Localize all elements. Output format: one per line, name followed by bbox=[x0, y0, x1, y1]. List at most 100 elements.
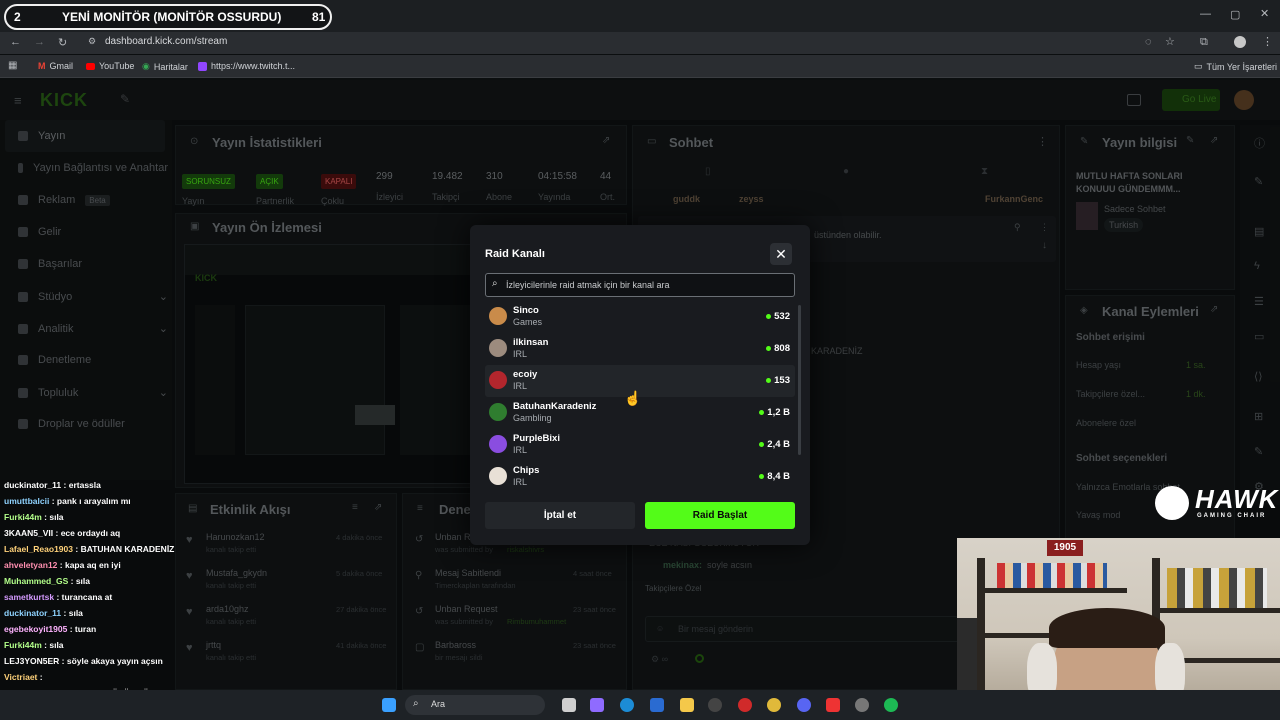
chat-log-user: egebekoyit1905 bbox=[4, 624, 68, 634]
channel-name: ecoiy bbox=[513, 369, 538, 380]
channel-avatar bbox=[489, 403, 507, 421]
chat-log-sep: : bbox=[73, 544, 81, 554]
star-icon[interactable]: ☆ bbox=[1165, 35, 1175, 48]
back-icon[interactable]: ← bbox=[10, 36, 21, 48]
chrome-icon[interactable] bbox=[767, 698, 781, 712]
viewer-count: 153 bbox=[766, 375, 790, 386]
site-info-icon[interactable]: ⚙ bbox=[88, 36, 96, 47]
cancel-button[interactable]: İptal et bbox=[485, 502, 635, 529]
channel-avatar bbox=[489, 339, 507, 357]
apps-icon[interactable]: ▦ bbox=[8, 60, 17, 71]
close-window-icon[interactable]: ✕ bbox=[1260, 7, 1269, 20]
bookmark-youtube[interactable]: YouTube bbox=[86, 61, 134, 71]
live-dot-icon bbox=[759, 442, 765, 447]
hawk-brand: HAWK bbox=[1195, 484, 1279, 514]
start-raid-button[interactable]: Raid Başlat bbox=[645, 502, 795, 529]
scrollbar[interactable] bbox=[798, 305, 801, 455]
xbox-icon[interactable] bbox=[708, 698, 722, 712]
chat-log-line: Furki44m : sıla bbox=[4, 512, 64, 522]
chat-log-line: Lafael_Reao1903 : BATUHAN KARADENİZ bbox=[4, 544, 174, 554]
chat-log-message: pank ı arayalım mı bbox=[56, 496, 131, 506]
live-dot-icon bbox=[759, 474, 765, 479]
channel-category: IRL bbox=[513, 477, 528, 487]
channel-name: Chips bbox=[513, 465, 540, 476]
chat-log-sep: : bbox=[49, 496, 57, 506]
viewer-count: 8,4 B bbox=[759, 471, 790, 482]
chat-log-user: Muhammed_GS bbox=[4, 576, 69, 586]
app-icon[interactable] bbox=[826, 698, 840, 712]
eye-off-icon[interactable]: ◌ bbox=[1145, 36, 1152, 48]
chat-log-line: duckinator_11 : sıla bbox=[4, 608, 83, 618]
figurines bbox=[997, 563, 1107, 588]
live-dot-icon bbox=[766, 346, 772, 351]
modal-title: Raid Kanalı bbox=[485, 248, 545, 260]
channel-search-input[interactable] bbox=[506, 278, 786, 292]
channel-row[interactable]: Chips IRL 8,4 B bbox=[485, 461, 795, 493]
outlook-icon[interactable] bbox=[650, 698, 664, 712]
channel-row[interactable]: ilkinsan IRL 808 bbox=[485, 333, 795, 365]
hawk-sub: GAMING CHAIR bbox=[1197, 513, 1267, 519]
live-dot-icon bbox=[766, 378, 772, 383]
profile-avatar[interactable] bbox=[1234, 36, 1246, 48]
chat-log-user: Furki44m bbox=[4, 512, 42, 522]
spotify-icon[interactable] bbox=[884, 698, 898, 712]
copilot-icon[interactable] bbox=[590, 698, 604, 712]
url-text[interactable]: dashboard.kick.com/stream bbox=[105, 36, 227, 47]
twitch-icon bbox=[198, 61, 207, 71]
live-dot-icon bbox=[766, 314, 772, 319]
taskbar-search[interactable]: ⌕ Ara bbox=[405, 695, 545, 715]
viewer-count: 808 bbox=[766, 343, 790, 354]
settings-icon[interactable] bbox=[855, 698, 869, 712]
chat-log-line: Victriaet : bbox=[4, 672, 43, 682]
channel-avatar bbox=[489, 371, 507, 389]
channel-name: PurpleBixi bbox=[513, 433, 560, 444]
chat-log-user: duckinator_11 bbox=[4, 608, 62, 618]
channel-avatar bbox=[489, 307, 507, 325]
chat-log-sep: : bbox=[68, 576, 76, 586]
channel-row[interactable]: Sinco Games 532 bbox=[485, 301, 795, 333]
channel-row[interactable]: PurpleBixi IRL 2,4 B bbox=[485, 429, 795, 461]
chat-log-message: turancana at bbox=[61, 592, 113, 602]
channel-avatar bbox=[489, 467, 507, 485]
chat-log-line: Muhammed_GS : sıla bbox=[4, 576, 90, 586]
channel-category: Games bbox=[513, 317, 543, 327]
menu-icon[interactable]: ⋮ bbox=[1262, 35, 1273, 48]
bookmark-gmail[interactable]: M Gmail bbox=[38, 61, 73, 71]
gaming-chair bbox=[957, 618, 977, 698]
channel-search[interactable]: ⌕ bbox=[485, 273, 795, 297]
chat-log-message: kapa aq en iyi bbox=[64, 560, 121, 570]
opera-icon[interactable] bbox=[738, 698, 752, 712]
explorer-icon[interactable] bbox=[680, 698, 694, 712]
minimize-icon[interactable]: — bbox=[1200, 8, 1211, 20]
chat-log-message: sıla bbox=[75, 576, 90, 586]
discord-icon[interactable] bbox=[797, 698, 811, 712]
stream-title-overlay: 2 YENİ MONİTÖR (MONİTÖR OSSURDU) 81 bbox=[4, 4, 332, 30]
chat-log-message: söyle akaya yayın açsın bbox=[66, 656, 163, 666]
reload-icon[interactable]: ↻ bbox=[58, 36, 67, 49]
bookmark-twitch[interactable]: https://www.twitch.t... bbox=[198, 61, 295, 71]
address-bar: ← → ↻ ⚙ dashboard.kick.com/stream ◌ ☆ ⧉ … bbox=[0, 32, 1280, 54]
extensions-icon[interactable]: ⧉ bbox=[1200, 36, 1208, 49]
raid-modal: Raid Kanalı ✕ ⌕ SincoGames532ilkinsanIRL… bbox=[470, 225, 810, 545]
chat-log-sep: : bbox=[53, 528, 61, 538]
all-bookmarks[interactable]: ▭ Tüm Yer İşaretleri bbox=[1194, 61, 1277, 72]
chat-log-user: sametkurtsk bbox=[4, 592, 55, 602]
search-icon: ⌕ bbox=[413, 698, 419, 709]
task-view-icon[interactable] bbox=[562, 698, 576, 712]
maximize-icon[interactable]: ▢ bbox=[1230, 8, 1240, 21]
edge-icon[interactable] bbox=[620, 698, 634, 712]
close-icon: ✕ bbox=[775, 246, 787, 262]
taskbar-search-label: Ara bbox=[431, 699, 446, 709]
overlay-rank: 2 bbox=[14, 10, 21, 24]
close-button[interactable]: ✕ bbox=[770, 243, 792, 265]
windows-start-icon[interactable] bbox=[382, 698, 396, 712]
folder-icon: ▭ bbox=[1194, 61, 1203, 71]
viewer-count: 2,4 B bbox=[759, 439, 790, 450]
chat-log-line: duckinator_11 : ertassla bbox=[4, 480, 101, 490]
chat-log-user: LEJ3YON5ER bbox=[4, 656, 60, 666]
chat-log-user: ahveletyan12 bbox=[4, 560, 58, 570]
chat-log-user: umuttbalcii bbox=[4, 496, 50, 506]
maps-icon: ◉ bbox=[142, 61, 150, 71]
chat-log-sep: : bbox=[57, 560, 65, 570]
bookmark-maps[interactable]: ◉ Haritalar bbox=[142, 61, 188, 72]
